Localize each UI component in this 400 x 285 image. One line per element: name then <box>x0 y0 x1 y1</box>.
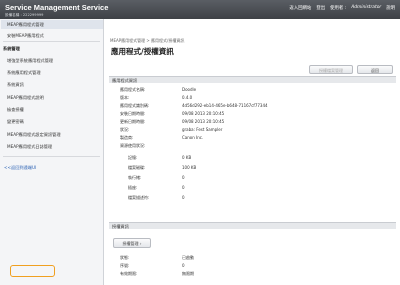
field-label: 有效期限: <box>120 271 138 276</box>
brand-title: Service Management Service <box>5 3 109 12</box>
field-value: 0 <box>182 195 185 200</box>
field-value: 0 <box>182 175 185 180</box>
license-manage-button[interactable]: 授權管理 › <box>113 238 151 248</box>
sidebar-divider <box>3 156 100 157</box>
sidebar-item-meap-manage[interactable]: MEAP應用程式管理 <box>1 20 103 29</box>
app-info-section-header: 應用程式資訊 <box>109 76 396 83</box>
field-value: 0 <box>182 263 185 268</box>
app-header: Service Management Service 設備名稱 : 222299… <box>0 0 400 19</box>
field-value: 09/08 2013 20:10:45 <box>182 111 225 116</box>
chevron-right-icon: › <box>139 241 142 246</box>
field-value: Doodle <box>182 87 197 92</box>
field-label: 序號: <box>120 263 130 268</box>
field-value: 已啟動 <box>182 255 194 260</box>
sidebar-item-meap-help[interactable]: MEAP應用程式說明 <box>7 95 44 101</box>
field-value: 0 KB <box>182 155 192 160</box>
field-value: graba: Fest Sampler <box>182 127 223 132</box>
user-name: Administrator <box>351 5 382 10</box>
field-value: 無限期 <box>182 271 194 276</box>
logout-link[interactable]: 登出 <box>316 5 325 11</box>
field-label: 檔案磁碟: <box>128 165 146 170</box>
user-label: 使用者 : <box>330 6 347 11</box>
field-label: 檔案描述符: <box>128 195 150 200</box>
field-label: 資源使用狀況: <box>120 143 146 148</box>
sidebar-item-log[interactable]: MEAP應用程式日誌管理 <box>7 144 52 150</box>
sidebar-group-system: 系統管理 <box>3 46 20 51</box>
field-label: 插座: <box>128 185 138 190</box>
field-value: Canon Inc. <box>182 135 204 140</box>
device-name: 設備名稱 : 222299999 <box>5 13 44 17</box>
page-title: 應用程式/授權資訊 <box>111 47 174 56</box>
field-label: 狀況: <box>120 127 130 132</box>
portal-link[interactable]: 返入回網站 <box>289 5 311 11</box>
header-links: 返入回網站 登出 使用者 : Administrator 說明 <box>289 5 395 11</box>
field-label: 安裝日期時間: <box>120 111 146 116</box>
field-value: 09/08 2013 20:10:45 <box>182 119 225 124</box>
field-value: 4d56d292-eb14-465e-b648-71167cf77344 <box>182 103 268 108</box>
sidebar-item-change-password[interactable]: 變更密碼 <box>7 119 24 125</box>
sidebar-item-enhanced[interactable]: 增強型系統應用程式管理 <box>7 58 53 64</box>
sidebar: MEAP應用程式管理 安裝MEAP應用程式 系統管理 增強型系統應用程式管理 系… <box>0 19 104 285</box>
back-button[interactable]: 返回 <box>357 65 393 74</box>
field-label: 應用程式名稱: <box>120 87 146 92</box>
focus-highlight <box>10 265 55 277</box>
sidebar-back-link[interactable]: <<返回到遠端UI <box>4 165 36 171</box>
license-manage-label: 授權管理 <box>122 241 139 246</box>
field-label: 更新日期時間: <box>120 119 146 124</box>
field-label: 製造商: <box>120 135 134 140</box>
sidebar-divider <box>3 41 100 42</box>
help-link[interactable]: 說明 <box>386 5 395 11</box>
sidebar-item-system-info[interactable]: 系統資訊 <box>7 82 24 88</box>
license-section-header: 授權資訊 <box>109 222 396 229</box>
field-label: 執行緒: <box>128 175 142 180</box>
main-panel: MEAP應用程式管理 > 應用程式/授權資訊 應用程式/授權資訊 授權檔案管理 … <box>104 19 400 285</box>
breadcrumb: MEAP應用程式管理 > 應用程式/授權資訊 <box>110 38 185 43</box>
license-file-manage-button[interactable]: 授權檔案管理 <box>309 65 353 74</box>
field-value: 0.4.0 <box>182 95 193 100</box>
field-value: 0 <box>182 185 185 190</box>
sidebar-item-check-license[interactable]: 檢查授權 <box>7 107 24 113</box>
sidebar-item-settings-info[interactable]: MEAP應用程式設定資訊管理 <box>7 132 61 138</box>
field-label: 記憶: <box>128 155 138 160</box>
field-value: 100 KB <box>182 165 197 170</box>
field-label: 應用程式識別碼: <box>120 103 150 108</box>
sidebar-item-system-app[interactable]: 系統應用程式管理 <box>7 70 41 76</box>
sidebar-item-install[interactable]: 安裝MEAP應用程式 <box>7 33 44 39</box>
field-label: 版本: <box>120 95 130 100</box>
field-label: 狀態: <box>120 255 130 260</box>
